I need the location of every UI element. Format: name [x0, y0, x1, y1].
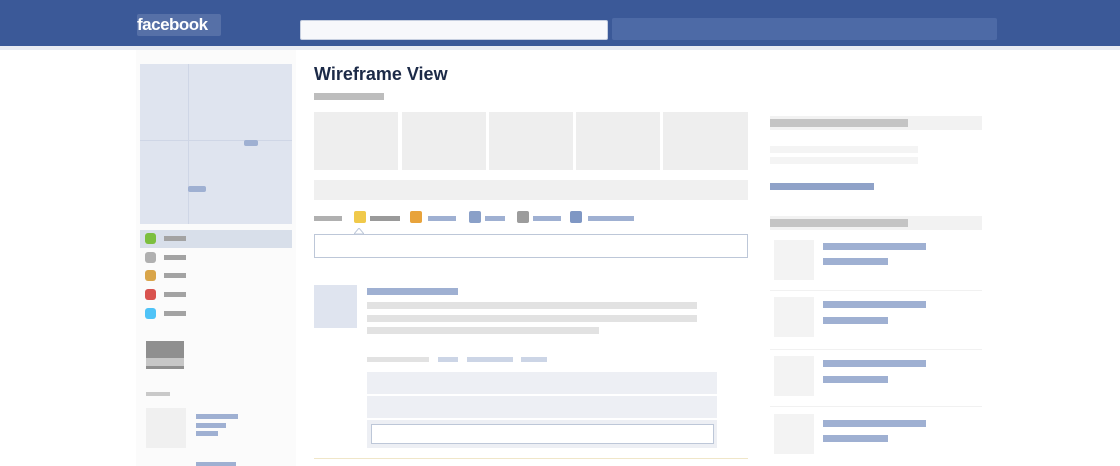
- suggestion-picture[interactable]: [774, 356, 814, 396]
- profile-info-bar: [314, 180, 748, 200]
- suggestion-divider: [770, 349, 982, 350]
- right-section-link[interactable]: [770, 183, 874, 190]
- photo-strip-item[interactable]: [402, 112, 486, 170]
- photo-icon: [410, 211, 422, 223]
- left-nav-label: [164, 236, 186, 241]
- photos-icon: [145, 289, 156, 300]
- right-section-title: [770, 119, 908, 127]
- publisher-label: [533, 216, 561, 221]
- suggestion-detail[interactable]: [823, 317, 888, 324]
- page-subtitle: [314, 93, 384, 100]
- suggestion-detail[interactable]: [823, 435, 888, 442]
- suggestion-name[interactable]: [823, 360, 926, 367]
- friend-thumbnail[interactable]: [146, 408, 186, 448]
- sponsored-caption: [146, 358, 184, 366]
- story-comment-row: [367, 396, 717, 418]
- publisher-label: [428, 216, 456, 221]
- suggestion-picture[interactable]: [774, 297, 814, 337]
- left-nav-item-friends[interactable]: [140, 305, 292, 323]
- left-nav-label: [164, 255, 186, 260]
- friend-name-link[interactable]: [196, 423, 226, 428]
- left-nav-label: [164, 292, 186, 297]
- feed-divider: [314, 458, 748, 459]
- left-nav-label: [164, 311, 186, 316]
- story-likes-row: [367, 372, 717, 394]
- publisher-photo-button[interactable]: [410, 211, 460, 225]
- story-author-picture[interactable]: [314, 285, 357, 328]
- suggestion-picture[interactable]: [774, 240, 814, 280]
- suggestion-detail[interactable]: [823, 376, 888, 383]
- note-icon: [354, 211, 366, 223]
- photo-strip-item[interactable]: [663, 112, 748, 170]
- left-nav-item-events[interactable]: [140, 267, 292, 285]
- right-section-text: [770, 146, 918, 153]
- suggestion-picture[interactable]: [774, 414, 814, 454]
- story-text-line: [367, 302, 697, 309]
- publisher-label: [485, 216, 505, 221]
- story-text-line: [367, 327, 599, 334]
- publisher-status-button[interactable]: [354, 211, 402, 225]
- left-nav-item-news-feed[interactable]: [140, 230, 292, 248]
- suggestion-divider: [770, 406, 982, 407]
- publisher-video-button[interactable]: [570, 211, 634, 225]
- suggestion-name[interactable]: [823, 420, 926, 427]
- events-icon: [145, 270, 156, 281]
- suggestion-divider: [770, 290, 982, 291]
- messages-icon: [145, 252, 156, 263]
- status-input[interactable]: [314, 234, 748, 258]
- left-section-heading: [146, 392, 170, 396]
- left-nav-item-messages[interactable]: [140, 249, 292, 267]
- publisher-toolbar: [314, 211, 634, 225]
- story-share-link[interactable]: [521, 357, 547, 362]
- publisher-label: [370, 216, 400, 221]
- link-icon: [469, 211, 481, 223]
- suggestion-name[interactable]: [823, 301, 926, 308]
- suggestion-detail[interactable]: [823, 258, 888, 265]
- publisher-label: [588, 216, 634, 221]
- story-timestamp: [367, 357, 429, 362]
- friends-icon: [145, 308, 156, 319]
- story-comment-link[interactable]: [438, 357, 458, 362]
- profile-picture-detail: [188, 186, 206, 192]
- publisher-event-button[interactable]: [517, 211, 563, 225]
- publisher-label: [314, 216, 342, 221]
- left-nav-label: [164, 273, 186, 278]
- photo-strip-item[interactable]: [314, 112, 398, 170]
- suggestion-name[interactable]: [823, 243, 926, 250]
- right-section-text: [770, 157, 918, 164]
- left-nav-item-photos[interactable]: [140, 286, 292, 304]
- search-input[interactable]: [300, 20, 608, 40]
- right-section-title: [770, 219, 908, 227]
- story-author-name[interactable]: [367, 288, 458, 295]
- photo-strip-item[interactable]: [489, 112, 573, 170]
- page-title: Wireframe View: [314, 64, 448, 84]
- facebook-logo[interactable]: facebook: [137, 14, 221, 36]
- profile-picture[interactable]: [140, 64, 292, 224]
- story-text-line: [367, 315, 697, 322]
- publisher-link-button[interactable]: [469, 211, 509, 225]
- profile-picture-detail: [244, 140, 258, 146]
- top-nav-links[interactable]: [612, 18, 997, 40]
- news-feed-icon: [145, 233, 156, 244]
- friend-name-link[interactable]: [196, 431, 218, 436]
- comment-input[interactable]: [371, 424, 714, 444]
- video-icon: [570, 211, 582, 223]
- photo-strip-item[interactable]: [576, 112, 660, 170]
- friend-name-link[interactable]: [196, 462, 236, 466]
- friend-name-link[interactable]: [196, 414, 238, 419]
- event-icon: [517, 211, 529, 223]
- story-like-link[interactable]: [467, 357, 513, 362]
- publisher-share-label: [314, 211, 344, 225]
